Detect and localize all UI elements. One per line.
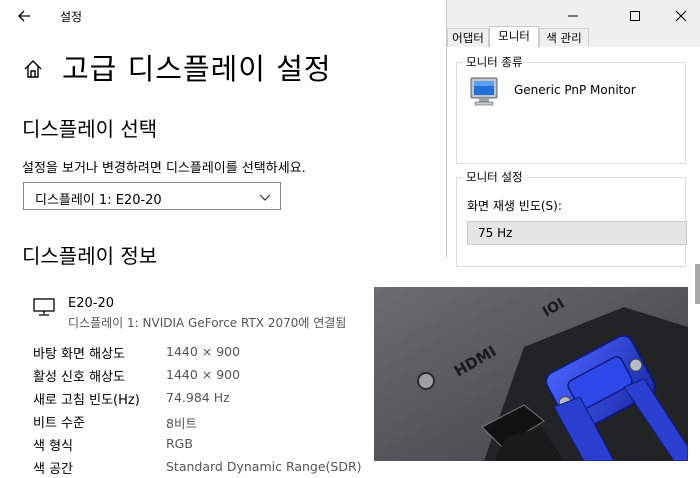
info-label: 바탕 화면 해상도 bbox=[33, 347, 125, 362]
refresh-rate-label: 화면 재생 빈도(S): bbox=[467, 199, 562, 213]
info-value: 74.984 Hz bbox=[166, 390, 230, 405]
refresh-rate-value: 75 Hz bbox=[478, 226, 513, 240]
home-icon bbox=[22, 58, 44, 80]
dialog-tabbar: 어댑터 모니터 색 관리 bbox=[447, 26, 700, 48]
page-title: 고급 디스플레이 설정 bbox=[62, 52, 332, 86]
tab-monitor[interactable]: 모니터 bbox=[489, 26, 539, 48]
monitor-connection: 디스플레이 1: NVIDIA GeForce RTX 2070에 연결됨 bbox=[68, 316, 347, 330]
info-value: 1440 × 900 bbox=[166, 344, 241, 359]
tab-color-management[interactable]: 색 관리 bbox=[539, 28, 589, 47]
monitor-type-title: 모니터 종류 bbox=[463, 54, 526, 70]
display-dropdown-value: 디스플레이 1: E20-20 bbox=[35, 193, 162, 208]
display-select-heading: 디스플레이 선택 bbox=[22, 117, 158, 141]
minimize-icon[interactable] bbox=[553, 4, 593, 28]
info-value: RGB bbox=[166, 436, 193, 451]
info-label: 색 형식 bbox=[33, 439, 74, 454]
monitor-icon bbox=[33, 298, 55, 316]
back-arrow-icon[interactable] bbox=[14, 5, 36, 27]
monitor-tab-panel: 모니터 종류 Generic PnP Monitor 모니터 설정 화면 재생 … bbox=[447, 47, 700, 267]
display-info-heading: 디스플레이 정보 bbox=[22, 244, 158, 268]
close-icon[interactable] bbox=[661, 4, 700, 28]
chevron-down-icon bbox=[258, 189, 272, 203]
info-value: 8비트 bbox=[166, 416, 197, 431]
info-label: 새로 고침 빈도(Hz) bbox=[33, 393, 140, 408]
monitor-settings-title: 모니터 설정 bbox=[463, 169, 526, 185]
info-label: 활성 신호 해상도 bbox=[33, 370, 125, 385]
display-dropdown[interactable]: 디스플레이 1: E20-20 bbox=[23, 182, 281, 210]
monitor-properties-dialog: 어댑터 모니터 색 관리 모니터 종류 Generic PnP Monitor … bbox=[446, 0, 700, 267]
info-value: Standard Dynamic Range(SDR) bbox=[166, 459, 362, 474]
monitor-name: E20-20 bbox=[68, 296, 114, 311]
info-label: 비트 수준 bbox=[33, 416, 85, 431]
tab-adapter[interactable]: 어댑터 bbox=[447, 28, 489, 47]
monitor-type-group: 모니터 종류 Generic PnP Monitor bbox=[456, 54, 686, 164]
info-label: 색 공간 bbox=[33, 462, 74, 477]
scrollbar[interactable] bbox=[695, 264, 700, 304]
refresh-rate-select[interactable]: 75 Hz bbox=[467, 221, 687, 245]
info-value: 1440 × 900 bbox=[166, 367, 241, 382]
window-controls bbox=[447, 4, 700, 28]
app-title: 설정 bbox=[60, 10, 83, 24]
maximize-icon[interactable] bbox=[615, 4, 655, 28]
monitor-type-value: Generic PnP Monitor bbox=[514, 83, 636, 97]
monitor-settings-group: 모니터 설정 화면 재생 빈도(S): 75 Hz bbox=[456, 169, 687, 267]
monitor-ports-photo: HDMI IOI bbox=[374, 287, 688, 461]
crt-monitor-icon bbox=[469, 75, 501, 107]
display-select-prompt: 설정을 보거나 변경하려면 디스플레이를 선택하세요. bbox=[22, 161, 306, 176]
